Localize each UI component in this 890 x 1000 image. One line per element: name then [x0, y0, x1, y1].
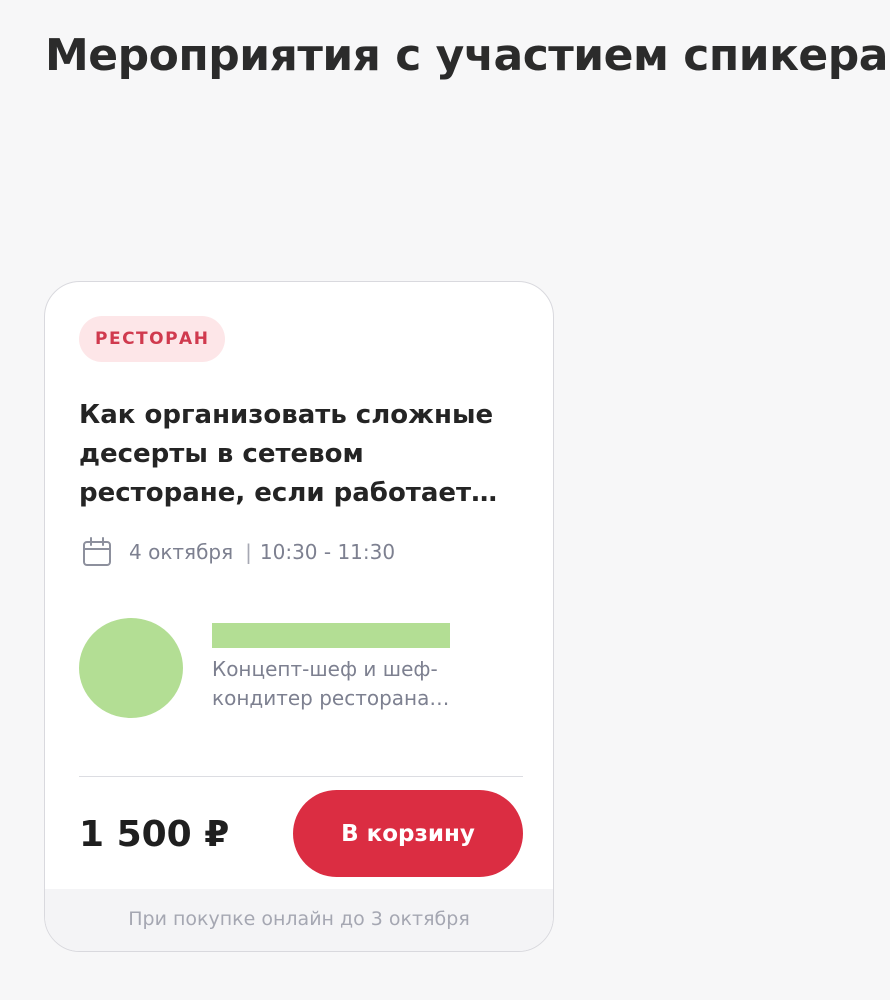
event-title[interactable]: Как организовать сложные десерты в сетев…: [79, 396, 524, 513]
calendar-icon: [81, 536, 113, 568]
event-price: 1 500 ₽: [79, 814, 230, 855]
event-datetime: 4 октября | 10:30 - 11:30: [81, 536, 395, 568]
event-time: 10:30 - 11:30: [259, 540, 396, 564]
online-purchase-note: При покупке онлайн до 3 октября: [45, 889, 553, 951]
speaker-name-redacted: [212, 623, 450, 648]
date-time-separator: |: [245, 540, 252, 564]
event-date: 4 октября: [129, 540, 234, 564]
speaker-avatar[interactable]: [79, 618, 183, 718]
add-to-cart-button[interactable]: В корзину: [293, 790, 523, 877]
page-title: Мероприятия с участием спикера: [45, 30, 888, 81]
category-badge: РЕСТОРАН: [79, 316, 226, 362]
speaker-role: Концепт-шеф и шеф-кондитер ресторана…: [212, 657, 450, 710]
event-card[interactable]: РЕСТОРАН Как организовать сложные десерт…: [44, 281, 554, 952]
card-divider: [79, 776, 523, 777]
